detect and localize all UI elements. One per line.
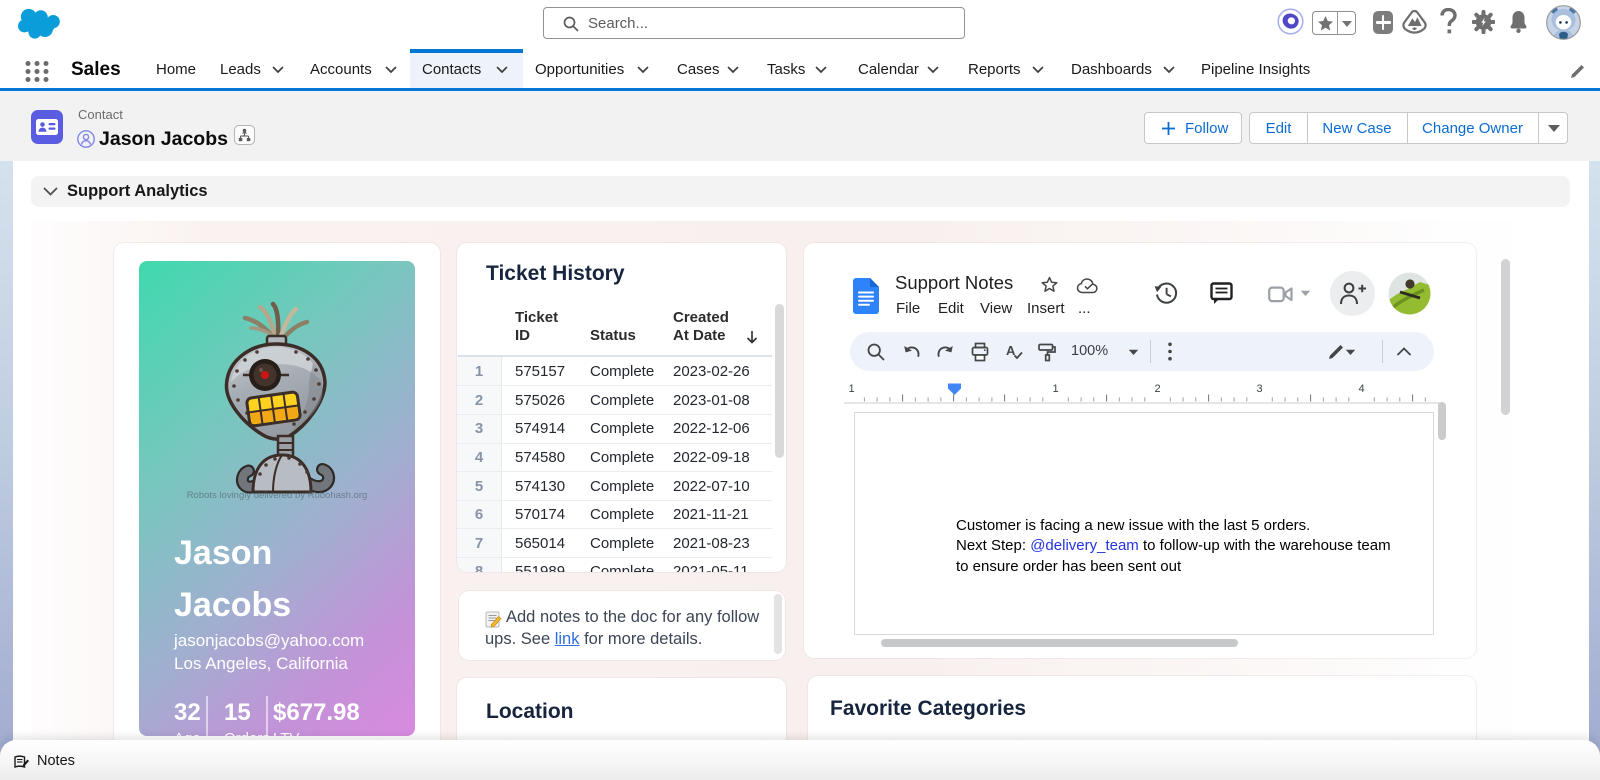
svg-text:1: 1 <box>1053 383 1059 395</box>
svg-text:3: 3 <box>1257 383 1263 395</box>
svg-text:2: 2 <box>1155 383 1161 395</box>
svg-text:1: 1 <box>849 383 855 395</box>
svg-text:4: 4 <box>1359 383 1365 395</box>
